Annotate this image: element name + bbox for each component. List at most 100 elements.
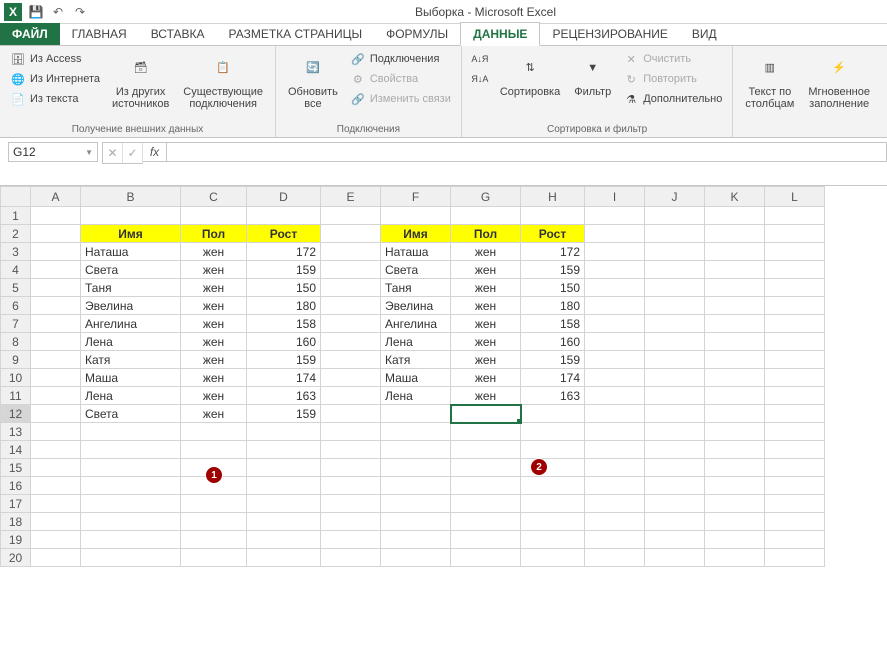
enter-icon[interactable]: ✓ bbox=[123, 143, 143, 163]
cell[interactable] bbox=[321, 351, 381, 369]
cell[interactable] bbox=[451, 405, 521, 423]
row-header[interactable]: 8 bbox=[1, 333, 31, 351]
column-header[interactable]: K bbox=[705, 187, 765, 207]
reapply-button[interactable]: ↻Повторить bbox=[621, 70, 724, 88]
cell[interactable] bbox=[585, 207, 645, 225]
cell[interactable] bbox=[321, 495, 381, 513]
cell[interactable]: жен bbox=[181, 243, 247, 261]
column-header[interactable]: J bbox=[645, 187, 705, 207]
cell[interactable] bbox=[645, 423, 705, 441]
cell[interactable] bbox=[705, 441, 765, 459]
cell[interactable] bbox=[705, 315, 765, 333]
cell[interactable] bbox=[765, 279, 825, 297]
cell[interactable] bbox=[321, 333, 381, 351]
cell[interactable] bbox=[645, 243, 705, 261]
cell[interactable] bbox=[585, 549, 645, 567]
cell[interactable]: жен bbox=[181, 369, 247, 387]
row-header[interactable]: 14 bbox=[1, 441, 31, 459]
cell[interactable] bbox=[645, 513, 705, 531]
properties-button[interactable]: ⚙Свойства bbox=[348, 70, 453, 88]
cell[interactable]: Ангелина bbox=[381, 315, 451, 333]
cell[interactable] bbox=[705, 351, 765, 369]
cell[interactable] bbox=[765, 513, 825, 531]
tab-view[interactable]: ВИД bbox=[680, 23, 729, 45]
cell[interactable]: Маша bbox=[381, 369, 451, 387]
cell[interactable] bbox=[381, 459, 451, 477]
cell[interactable] bbox=[645, 495, 705, 513]
cell[interactable] bbox=[321, 549, 381, 567]
cell[interactable]: 180 bbox=[247, 297, 321, 315]
cell[interactable] bbox=[521, 513, 585, 531]
column-header[interactable]: G bbox=[451, 187, 521, 207]
cell[interactable] bbox=[31, 207, 81, 225]
column-header[interactable]: A bbox=[31, 187, 81, 207]
cell[interactable] bbox=[181, 207, 247, 225]
row-header[interactable]: 20 bbox=[1, 549, 31, 567]
existing-conn-button[interactable]: 📋Существующие подключения bbox=[179, 50, 267, 112]
cell[interactable] bbox=[645, 441, 705, 459]
cell[interactable] bbox=[321, 243, 381, 261]
cell[interactable]: Лена bbox=[81, 387, 181, 405]
cell[interactable]: жен bbox=[181, 261, 247, 279]
tab-layout[interactable]: РАЗМЕТКА СТРАНИЦЫ bbox=[217, 23, 375, 45]
cell[interactable]: 158 bbox=[247, 315, 321, 333]
cell[interactable]: Лена bbox=[381, 333, 451, 351]
name-box[interactable]: G12 ▼ bbox=[8, 142, 98, 162]
cell[interactable] bbox=[645, 315, 705, 333]
cell[interactable] bbox=[585, 243, 645, 261]
cell[interactable] bbox=[31, 369, 81, 387]
cell[interactable]: 180 bbox=[521, 297, 585, 315]
cell[interactable] bbox=[705, 261, 765, 279]
cell[interactable] bbox=[451, 423, 521, 441]
cell[interactable] bbox=[705, 333, 765, 351]
column-header[interactable]: D bbox=[247, 187, 321, 207]
cell[interactable] bbox=[81, 459, 181, 477]
cell[interactable] bbox=[247, 441, 321, 459]
cell[interactable] bbox=[585, 297, 645, 315]
cell[interactable] bbox=[645, 477, 705, 495]
fx-button[interactable]: fx bbox=[143, 142, 167, 162]
sort-button[interactable]: ⇅Сортировка bbox=[496, 50, 564, 100]
cell[interactable] bbox=[585, 279, 645, 297]
column-header[interactable]: B bbox=[81, 187, 181, 207]
cell[interactable] bbox=[31, 279, 81, 297]
from-web-button[interactable]: 🌐Из Интернета bbox=[8, 70, 102, 88]
cell[interactable] bbox=[645, 333, 705, 351]
column-header[interactable]: H bbox=[521, 187, 585, 207]
cell[interactable] bbox=[585, 423, 645, 441]
cell[interactable] bbox=[705, 243, 765, 261]
cell[interactable]: Света bbox=[81, 261, 181, 279]
cell[interactable] bbox=[705, 297, 765, 315]
cell[interactable] bbox=[705, 207, 765, 225]
from-text-button[interactable]: 📄Из текста bbox=[8, 90, 102, 108]
cell[interactable] bbox=[765, 297, 825, 315]
cell[interactable] bbox=[247, 513, 321, 531]
cell[interactable] bbox=[81, 207, 181, 225]
cell[interactable]: жен bbox=[451, 279, 521, 297]
cell[interactable]: жен bbox=[451, 243, 521, 261]
sort-az-button[interactable]: A↓Я bbox=[470, 50, 490, 68]
cell[interactable] bbox=[585, 261, 645, 279]
cell[interactable] bbox=[31, 531, 81, 549]
cell[interactable] bbox=[181, 549, 247, 567]
cell[interactable] bbox=[765, 243, 825, 261]
cell[interactable]: жен bbox=[181, 387, 247, 405]
row-header[interactable]: 17 bbox=[1, 495, 31, 513]
cell[interactable] bbox=[321, 531, 381, 549]
cell[interactable] bbox=[705, 513, 765, 531]
cell[interactable] bbox=[321, 459, 381, 477]
cell[interactable] bbox=[31, 351, 81, 369]
cell[interactable] bbox=[705, 225, 765, 243]
cell[interactable] bbox=[381, 477, 451, 495]
cell[interactable]: Пол bbox=[451, 225, 521, 243]
cell[interactable] bbox=[321, 297, 381, 315]
cell[interactable]: Света bbox=[381, 261, 451, 279]
row-header[interactable]: 9 bbox=[1, 351, 31, 369]
cell[interactable] bbox=[765, 405, 825, 423]
row-header[interactable]: 19 bbox=[1, 531, 31, 549]
cell[interactable]: 172 bbox=[247, 243, 321, 261]
edit-links-button[interactable]: 🔗Изменить связи bbox=[348, 90, 453, 108]
cell[interactable] bbox=[321, 477, 381, 495]
cell[interactable] bbox=[451, 459, 521, 477]
cell[interactable] bbox=[31, 405, 81, 423]
